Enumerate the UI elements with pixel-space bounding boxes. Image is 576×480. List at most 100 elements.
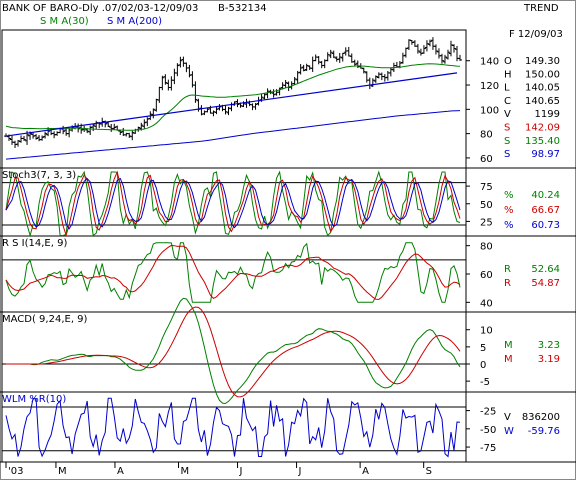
- ohlc-bar: [445, 49, 450, 60]
- ohlc-bar: [430, 37, 435, 50]
- ohlc-bar: [400, 52, 405, 64]
- series-name: R: [504, 278, 511, 289]
- ohlc-bar: [64, 128, 69, 136]
- wlm-y-tick-label: -25: [480, 407, 496, 418]
- info-value: 1199: [535, 109, 560, 120]
- price-y-tick-label: 120: [480, 81, 499, 92]
- macd-y-tick-label: 5: [480, 343, 486, 354]
- ohlc-bar: [118, 130, 123, 135]
- info-value: 98.97: [531, 149, 560, 160]
- series-value: 3.19: [538, 354, 560, 365]
- ohlc-bar: [451, 44, 456, 53]
- ohlc-bar: [346, 46, 351, 57]
- x-tick-label: '03: [8, 466, 23, 477]
- ohlc-bar: [16, 140, 21, 147]
- macd-y-tick-label: -5: [480, 377, 490, 388]
- stoch-y-tick-label: 50: [480, 200, 493, 211]
- info-key: C: [504, 96, 511, 107]
- rsi-panel: 40 60 80 R S I(14,E, 9) R 52.64 R 54.87: [2, 238, 560, 309]
- rsi-y-tick-label: 40: [480, 298, 493, 309]
- info-value: 142.09: [525, 123, 560, 134]
- panel-title: MACD( 9,24,E, 9): [2, 314, 88, 325]
- info-date: F 12/09/03: [509, 29, 563, 40]
- ohlc-bar: [307, 65, 312, 70]
- info-key: H: [504, 69, 512, 80]
- series-value: 52.64: [531, 264, 560, 275]
- ohlc-bar: [418, 48, 423, 56]
- stoch-panel: 25 50 75 Stoch3(7, 3, 3)% 40.24% 66.67% 60.73: [2, 170, 560, 238]
- x-tick-label: M: [181, 466, 190, 477]
- chart-canvas: BANK OF BARO-Dly .07/02/03-12/09/03 B-53…: [0, 0, 576, 480]
- ohlc-bar: [331, 50, 336, 59]
- chart-title: BANK OF BARO-Dly .07/02/03-12/09/03: [2, 3, 198, 14]
- panel-title: WLM %R(10): [2, 394, 66, 405]
- ohlc-bar: [211, 110, 216, 117]
- trend-label: TREND: [523, 3, 559, 14]
- info-key: V: [504, 109, 511, 120]
- ohlc-bar: [316, 55, 321, 65]
- price-y-tick-label: 60: [480, 154, 493, 165]
- series-name: M: [504, 340, 513, 351]
- chart-window: BANK OF BARO-Dly .07/02/03-12/09/03 B-53…: [0, 0, 576, 480]
- x-tick-label: M: [58, 466, 67, 477]
- legend-sma30: S M A(30): [40, 16, 89, 27]
- info-panel: O 149.30 H 150.00 L 140.05 C 140.65 V 1199 S 142.09…: [504, 56, 560, 160]
- price-panel: 60 80 100 120 140: [4, 37, 499, 165]
- info-key: O: [504, 56, 512, 67]
- info-key: S: [504, 123, 510, 134]
- x-axis: '03 M A M J J A S: [5, 462, 432, 477]
- sma30-line: [5, 63, 461, 131]
- series-name: %: [504, 220, 514, 231]
- ohlc-bar: [328, 49, 333, 59]
- ohlc-bar: [319, 60, 324, 69]
- series-value: 836200: [522, 412, 560, 423]
- sma200-line: [5, 110, 461, 160]
- ohlc-bar: [10, 135, 15, 145]
- series-name: M: [504, 354, 513, 365]
- ohlc-bar: [184, 62, 189, 73]
- series-value: 40.24: [531, 190, 560, 201]
- wlm-y-tick-label: -50: [480, 425, 496, 436]
- ohlc-bar: [142, 119, 147, 129]
- ohlc-bar: [370, 78, 375, 87]
- ohlc-bar: [373, 75, 378, 83]
- ohlc-bar: [226, 106, 231, 116]
- ohlc-bar: [310, 56, 315, 72]
- x-tick-label: S: [426, 466, 432, 477]
- x-tick-label: J: [239, 466, 243, 477]
- ohlc-bar: [130, 130, 135, 141]
- ohlc-bar: [253, 103, 258, 110]
- ohlc-bar: [157, 86, 162, 103]
- rsi-y-tick-label: 80: [480, 242, 493, 253]
- ohlc-bar: [313, 54, 318, 62]
- x-tick-label: A: [362, 466, 369, 477]
- panel-title: Stoch3(7, 3, 3): [2, 170, 76, 181]
- rsi-line: [5, 242, 461, 303]
- plot-frame: [1, 29, 467, 463]
- macd-y-tick-label: 10: [480, 326, 493, 337]
- ohlc-bar: [376, 72, 381, 79]
- macd-panel: -5 0 5 10 MACD( 9,24,E, 9) M 3.23 M 3.19: [2, 297, 560, 405]
- price-y-tick-label: 140: [480, 57, 499, 68]
- ohlc-bar: [343, 47, 348, 56]
- series-value: 66.67: [531, 205, 560, 216]
- wlm-panel: -25 -50 -75 WLM %R(10) V 836200 W -59.76: [2, 394, 560, 458]
- x-tick-label: J: [298, 466, 302, 477]
- ohlc-bar: [448, 40, 453, 57]
- macd-y-tick-label: 0: [480, 360, 486, 371]
- price-y-tick-label: 80: [480, 130, 493, 141]
- series-name: R: [504, 264, 511, 275]
- ohlc-bar: [436, 48, 441, 59]
- info-value: 135.40: [525, 136, 560, 147]
- ohlc-bar: [385, 70, 390, 81]
- ohlc-bar: [382, 74, 387, 82]
- ohlc-bar: [22, 135, 27, 141]
- ohlc-bar: [277, 87, 282, 96]
- info-value: 150.00: [525, 69, 560, 80]
- ohlc-bar: [172, 68, 177, 85]
- info-value: 140.65: [525, 96, 560, 107]
- series-value: 60.73: [531, 220, 560, 231]
- series-name: %: [504, 205, 514, 216]
- series-value: 3.23: [538, 340, 560, 351]
- trend-line: [5, 72, 458, 137]
